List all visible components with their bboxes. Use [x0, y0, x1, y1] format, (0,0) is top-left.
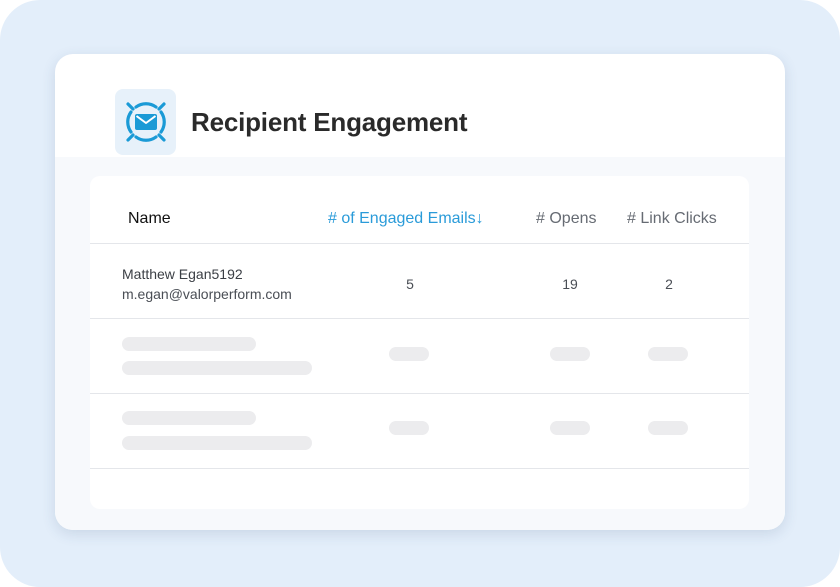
column-header-opens[interactable]: # Opens [536, 210, 596, 228]
column-header-name[interactable]: Name [128, 210, 171, 228]
engaged-emails-count: 5 [406, 276, 414, 292]
skeleton-bar [550, 347, 590, 361]
skeleton-bar [122, 411, 256, 425]
column-header-link-clicks[interactable]: # Link Clicks [627, 210, 717, 228]
skeleton-bar [122, 337, 256, 351]
skeleton-bar [648, 347, 688, 361]
header-divider [90, 243, 749, 244]
page-title: Recipient Engagement [191, 107, 468, 137]
engaged-emails-label: # of Engaged Emails [328, 210, 476, 227]
recipient-email: m.egan@valorperform.com [122, 286, 292, 302]
recipient-name: Matthew Egan5192 [122, 266, 243, 282]
skeleton-bar [389, 421, 429, 435]
email-target-icon [115, 89, 176, 155]
skeleton-bar [122, 436, 312, 450]
skeleton-bar [122, 361, 312, 375]
row-divider [90, 318, 749, 319]
skeleton-bar [550, 421, 590, 435]
sort-descending-icon: ↓ [475, 210, 484, 227]
engagement-card: Recipient Engagement Name # of Engaged E… [55, 54, 785, 530]
row-divider [90, 393, 749, 394]
backdrop: Recipient Engagement Name # of Engaged E… [0, 0, 840, 587]
column-header-engaged-emails[interactable]: # of Engaged Emails↓ [328, 210, 484, 228]
engagement-table: Name # of Engaged Emails↓ # Opens # Link… [90, 176, 749, 509]
skeleton-bar [389, 347, 429, 361]
row-divider [90, 468, 749, 469]
opens-count: 19 [562, 276, 578, 292]
skeleton-bar [648, 421, 688, 435]
link-clicks-count: 2 [665, 276, 673, 292]
